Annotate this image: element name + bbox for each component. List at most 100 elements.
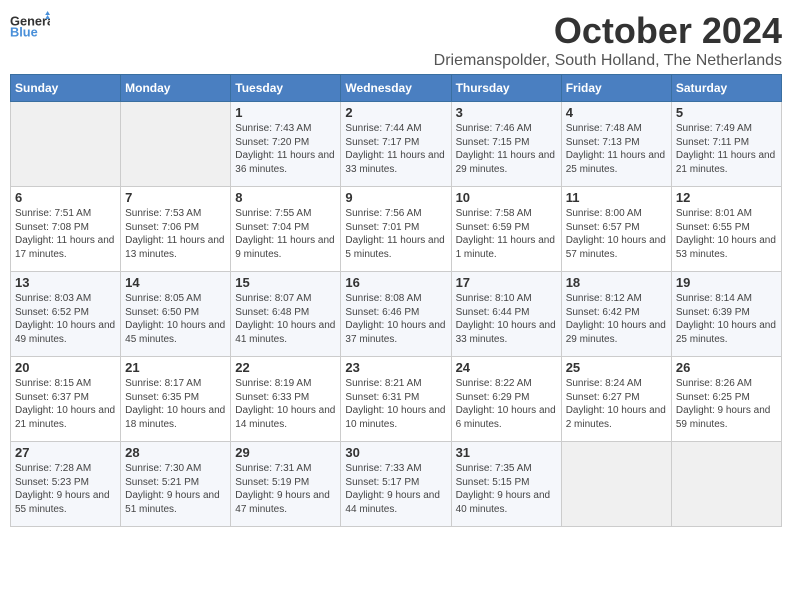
day-info: Sunrise: 8:21 AM Sunset: 6:31 PM Dayligh…: [345, 377, 446, 431]
day-info: Sunrise: 7:46 AM Sunset: 7:15 PM Dayligh…: [456, 122, 557, 176]
day-info: Sunrise: 8:19 AM Sunset: 6:33 PM Dayligh…: [235, 377, 336, 431]
calendar-cell: [11, 102, 121, 187]
logo: General Blue: [10, 10, 50, 40]
weekday-header-row: SundayMondayTuesdayWednesdayThursdayFrid…: [11, 75, 782, 102]
calendar-cell: [121, 102, 231, 187]
day-info: Sunrise: 8:22 AM Sunset: 6:29 PM Dayligh…: [456, 377, 557, 431]
day-number: 20: [15, 360, 116, 375]
calendar-cell: 3 Sunrise: 7:46 AM Sunset: 7:15 PM Daylig…: [451, 102, 561, 187]
day-number: 31: [456, 445, 557, 460]
day-number: 28: [125, 445, 226, 460]
day-info: Sunrise: 8:03 AM Sunset: 6:52 PM Dayligh…: [15, 292, 116, 346]
calendar-cell: 26 Sunrise: 8:26 AM Sunset: 6:25 PM Dayli…: [671, 357, 781, 442]
day-info: Sunrise: 8:05 AM Sunset: 6:50 PM Dayligh…: [125, 292, 226, 346]
calendar-week-row: 20 Sunrise: 8:15 AM Sunset: 6:37 PM Dayli…: [11, 357, 782, 442]
day-number: 17: [456, 275, 557, 290]
svg-text:Blue: Blue: [10, 25, 38, 40]
day-number: 19: [676, 275, 777, 290]
day-number: 22: [235, 360, 336, 375]
day-info: Sunrise: 8:26 AM Sunset: 6:25 PM Dayligh…: [676, 377, 777, 431]
day-info: Sunrise: 7:58 AM Sunset: 6:59 PM Dayligh…: [456, 207, 557, 261]
day-number: 18: [566, 275, 667, 290]
day-info: Sunrise: 8:14 AM Sunset: 6:39 PM Dayligh…: [676, 292, 777, 346]
calendar-cell: 5 Sunrise: 7:49 AM Sunset: 7:11 PM Daylig…: [671, 102, 781, 187]
weekday-header: Tuesday: [231, 75, 341, 102]
day-number: 8: [235, 190, 336, 205]
calendar-cell: 7 Sunrise: 7:53 AM Sunset: 7:06 PM Daylig…: [121, 187, 231, 272]
day-number: 9: [345, 190, 446, 205]
calendar-cell: 30 Sunrise: 7:33 AM Sunset: 5:17 PM Dayli…: [341, 442, 451, 527]
day-number: 1: [235, 105, 336, 120]
calendar-cell: 9 Sunrise: 7:56 AM Sunset: 7:01 PM Daylig…: [341, 187, 451, 272]
day-info: Sunrise: 8:12 AM Sunset: 6:42 PM Dayligh…: [566, 292, 667, 346]
calendar-cell: 18 Sunrise: 8:12 AM Sunset: 6:42 PM Dayli…: [561, 272, 671, 357]
calendar-cell: [671, 442, 781, 527]
calendar-cell: 19 Sunrise: 8:14 AM Sunset: 6:39 PM Dayli…: [671, 272, 781, 357]
day-number: 24: [456, 360, 557, 375]
day-number: 3: [456, 105, 557, 120]
calendar-cell: 29 Sunrise: 7:31 AM Sunset: 5:19 PM Dayli…: [231, 442, 341, 527]
calendar-cell: 20 Sunrise: 8:15 AM Sunset: 6:37 PM Dayli…: [11, 357, 121, 442]
month-title: October 2024: [434, 10, 782, 52]
day-info: Sunrise: 8:15 AM Sunset: 6:37 PM Dayligh…: [15, 377, 116, 431]
day-info: Sunrise: 8:01 AM Sunset: 6:55 PM Dayligh…: [676, 207, 777, 261]
day-info: Sunrise: 8:07 AM Sunset: 6:48 PM Dayligh…: [235, 292, 336, 346]
day-number: 15: [235, 275, 336, 290]
day-info: Sunrise: 7:43 AM Sunset: 7:20 PM Dayligh…: [235, 122, 336, 176]
day-info: Sunrise: 8:17 AM Sunset: 6:35 PM Dayligh…: [125, 377, 226, 431]
calendar-cell: 8 Sunrise: 7:55 AM Sunset: 7:04 PM Daylig…: [231, 187, 341, 272]
calendar-cell: 15 Sunrise: 8:07 AM Sunset: 6:48 PM Dayli…: [231, 272, 341, 357]
calendar-cell: 22 Sunrise: 8:19 AM Sunset: 6:33 PM Dayli…: [231, 357, 341, 442]
day-number: 26: [676, 360, 777, 375]
day-info: Sunrise: 7:53 AM Sunset: 7:06 PM Dayligh…: [125, 207, 226, 261]
calendar-cell: 14Sunrise: 8:05 AM Sunset: 6:50 PM Dayli…: [121, 272, 231, 357]
title-section: October 2024 Driemanspolder, South Holla…: [434, 10, 782, 70]
weekday-header: Saturday: [671, 75, 781, 102]
calendar-cell: 1 Sunrise: 7:43 AM Sunset: 7:20 PM Daylig…: [231, 102, 341, 187]
day-number: 11: [566, 190, 667, 205]
calendar-cell: 27 Sunrise: 7:28 AM Sunset: 5:23 PM Dayli…: [11, 442, 121, 527]
day-number: 5: [676, 105, 777, 120]
calendar-week-row: 1 Sunrise: 7:43 AM Sunset: 7:20 PM Daylig…: [11, 102, 782, 187]
calendar-cell: 31 Sunrise: 7:35 AM Sunset: 5:15 PM Dayli…: [451, 442, 561, 527]
calendar-cell: 17 Sunrise: 8:10 AM Sunset: 6:44 PM Dayli…: [451, 272, 561, 357]
day-info: Sunrise: 7:35 AM Sunset: 5:15 PM Dayligh…: [456, 462, 557, 516]
page-header: General Blue October 2024 Driemanspolder…: [10, 10, 782, 70]
day-info: Sunrise: 7:56 AM Sunset: 7:01 PM Dayligh…: [345, 207, 446, 261]
calendar-week-row: 6Sunrise: 7:51 AM Sunset: 7:08 PM Daylig…: [11, 187, 782, 272]
calendar-cell: 11 Sunrise: 8:00 AM Sunset: 6:57 PM Dayli…: [561, 187, 671, 272]
calendar-cell: 10Sunrise: 7:58 AM Sunset: 6:59 PM Dayli…: [451, 187, 561, 272]
day-number: 7: [125, 190, 226, 205]
calendar-table: SundayMondayTuesdayWednesdayThursdayFrid…: [10, 74, 782, 527]
day-info: Sunrise: 7:33 AM Sunset: 5:17 PM Dayligh…: [345, 462, 446, 516]
day-number: 27: [15, 445, 116, 460]
calendar-week-row: 13 Sunrise: 8:03 AM Sunset: 6:52 PM Dayli…: [11, 272, 782, 357]
day-number: 13: [15, 275, 116, 290]
day-info: Sunrise: 7:31 AM Sunset: 5:19 PM Dayligh…: [235, 462, 336, 516]
day-info: Sunrise: 7:55 AM Sunset: 7:04 PM Dayligh…: [235, 207, 336, 261]
day-info: Sunrise: 7:44 AM Sunset: 7:17 PM Dayligh…: [345, 122, 446, 176]
day-number: 2: [345, 105, 446, 120]
day-number: 12: [676, 190, 777, 205]
weekday-header: Monday: [121, 75, 231, 102]
day-info: Sunrise: 7:28 AM Sunset: 5:23 PM Dayligh…: [15, 462, 116, 516]
weekday-header: Sunday: [11, 75, 121, 102]
day-info: Sunrise: 8:00 AM Sunset: 6:57 PM Dayligh…: [566, 207, 667, 261]
day-number: 6: [15, 190, 116, 205]
day-info: Sunrise: 7:49 AM Sunset: 7:11 PM Dayligh…: [676, 122, 777, 176]
calendar-cell: 4Sunrise: 7:48 AM Sunset: 7:13 PM Daylig…: [561, 102, 671, 187]
calendar-cell: 16Sunrise: 8:08 AM Sunset: 6:46 PM Dayli…: [341, 272, 451, 357]
calendar-cell: 25Sunrise: 8:24 AM Sunset: 6:27 PM Dayli…: [561, 357, 671, 442]
day-number: 30: [345, 445, 446, 460]
calendar-cell: 28 Sunrise: 7:30 AM Sunset: 5:21 PM Dayli…: [121, 442, 231, 527]
calendar-cell: 12 Sunrise: 8:01 AM Sunset: 6:55 PM Dayli…: [671, 187, 781, 272]
subtitle: Driemanspolder, South Holland, The Nethe…: [434, 52, 782, 70]
day-info: Sunrise: 7:48 AM Sunset: 7:13 PM Dayligh…: [566, 122, 667, 176]
calendar-cell: 23Sunrise: 8:21 AM Sunset: 6:31 PM Dayli…: [341, 357, 451, 442]
weekday-header: Wednesday: [341, 75, 451, 102]
day-number: 29: [235, 445, 336, 460]
calendar-cell: 6Sunrise: 7:51 AM Sunset: 7:08 PM Daylig…: [11, 187, 121, 272]
day-info: Sunrise: 7:30 AM Sunset: 5:21 PM Dayligh…: [125, 462, 226, 516]
day-info: Sunrise: 8:10 AM Sunset: 6:44 PM Dayligh…: [456, 292, 557, 346]
calendar-cell: 24 Sunrise: 8:22 AM Sunset: 6:29 PM Dayli…: [451, 357, 561, 442]
